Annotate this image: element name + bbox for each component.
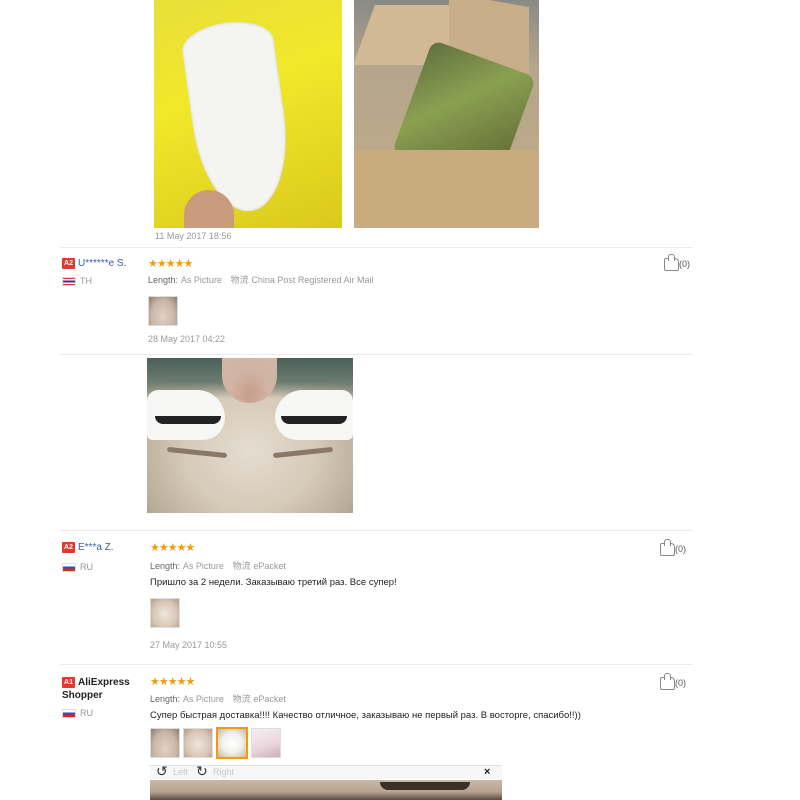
review-image-thumbnail-selected[interactable] (216, 727, 248, 759)
review-divider (60, 354, 693, 355)
review-meta: Length: As Picture 物流 ePacket (150, 692, 286, 705)
review-meta: Length: As Picture 物流 China Post Registe… (148, 273, 373, 286)
close-icon[interactable]: × (484, 766, 490, 778)
review-image-thumbnail[interactable] (251, 728, 281, 758)
review-image-thumbnail[interactable] (150, 728, 180, 758)
country-code: RU (80, 562, 93, 573)
reviewer-country: RU (62, 708, 93, 719)
buyer-level-badge: A2 (62, 542, 75, 553)
helpful-count: (0) (675, 677, 686, 688)
eye-pad-shape (275, 390, 353, 440)
country-code: TH (80, 276, 92, 287)
reviewer-country: TH (62, 276, 92, 287)
rotate-right-icon[interactable]: ↻ (196, 763, 208, 780)
rotate-left-icon[interactable]: ↺ (156, 763, 168, 780)
reviewer-country: RU (62, 562, 93, 573)
review-divider (60, 247, 693, 248)
eye-pad-shape (147, 390, 225, 440)
eyelash-shape (155, 416, 221, 424)
eyelash-shape (380, 782, 470, 790)
star-rating: ★★★★★ (150, 542, 195, 554)
eyelash-shape (281, 416, 347, 424)
length-value: As Picture (180, 275, 222, 285)
rotate-right-label[interactable]: Right (213, 767, 234, 777)
shipping-value: ePacket (253, 694, 286, 704)
shipping-label: 物流 (232, 694, 251, 704)
reviewer-info: A2 U******e S. (62, 258, 126, 269)
helpful-count: (0) (679, 258, 690, 269)
russia-flag-icon (62, 562, 76, 572)
eye-pad-shape (179, 16, 297, 218)
country-code: RU (80, 708, 93, 719)
length-label: Length: (148, 275, 179, 285)
review-image-thumbnail[interactable] (148, 296, 178, 326)
length-label: Length: (150, 561, 181, 571)
length-label: Length: (150, 694, 181, 704)
rotate-left-label[interactable]: Left (173, 767, 188, 777)
russia-flag-icon (62, 708, 76, 718)
eyebrow-shape (272, 446, 334, 459)
star-rating: ★★★★★ (150, 676, 195, 688)
review-photo-enlarged[interactable] (147, 358, 353, 513)
star-rating: ★★★★★ (148, 258, 193, 270)
helpful-button[interactable]: (0) (660, 539, 686, 556)
review-photo-box[interactable] (354, 0, 539, 228)
thumbs-up-icon (660, 673, 675, 690)
review-meta: Length: As Picture 物流 ePacket (150, 559, 286, 572)
reviewer-info: A2 E***a Z. (62, 542, 114, 553)
thailand-flag-icon (62, 276, 76, 286)
buyer-level-badge: A1 (62, 677, 75, 688)
reviewer-name[interactable]: U******e S. (78, 258, 126, 269)
review-photo-package[interactable] (154, 0, 342, 228)
review-text: Пришло за 2 недели. Заказываю третий раз… (150, 577, 397, 588)
review-timestamp: 27 May 2017 10:55 (150, 640, 228, 650)
shipping-label: 物流 (232, 561, 251, 571)
review-timestamp: 28 May 2017 04:22 (148, 334, 226, 344)
buyer-level-badge: A2 (62, 258, 75, 269)
review-image-thumbnail[interactable] (183, 728, 213, 758)
shipping-value: ePacket (253, 561, 286, 571)
thumbs-up-icon (664, 254, 679, 271)
review-divider (60, 664, 693, 665)
length-value: As Picture (182, 694, 224, 704)
box-front (354, 150, 539, 228)
thumbs-up-icon (660, 539, 675, 556)
review-divider (60, 530, 693, 531)
reviewer-info: A1 AliExpress Shopper (62, 676, 142, 702)
review-text: Супер быстрая доставка!!!! Качество отли… (150, 710, 581, 721)
reviewer-name[interactable]: AliExpress (78, 677, 130, 688)
image-viewer-toolbar: ↺ Left ↻ Right × (150, 763, 502, 780)
shipping-value: China Post Registered Air Mail (251, 275, 374, 285)
length-value: As Picture (182, 561, 224, 571)
eyebrow-shape (166, 446, 228, 459)
reviewer-name-line2[interactable]: Shopper (62, 690, 103, 701)
helpful-button[interactable]: (0) (660, 673, 686, 690)
helpful-count: (0) (675, 543, 686, 554)
reviewer-name[interactable]: E***a Z. (78, 542, 114, 553)
review-timestamp: 11 May 2017 18:56 (155, 231, 232, 241)
helpful-button[interactable]: (0) (664, 254, 690, 271)
review-image-thumbnail[interactable] (150, 598, 180, 628)
shipping-label: 物流 (230, 275, 249, 285)
image-viewer-photo (150, 780, 502, 800)
